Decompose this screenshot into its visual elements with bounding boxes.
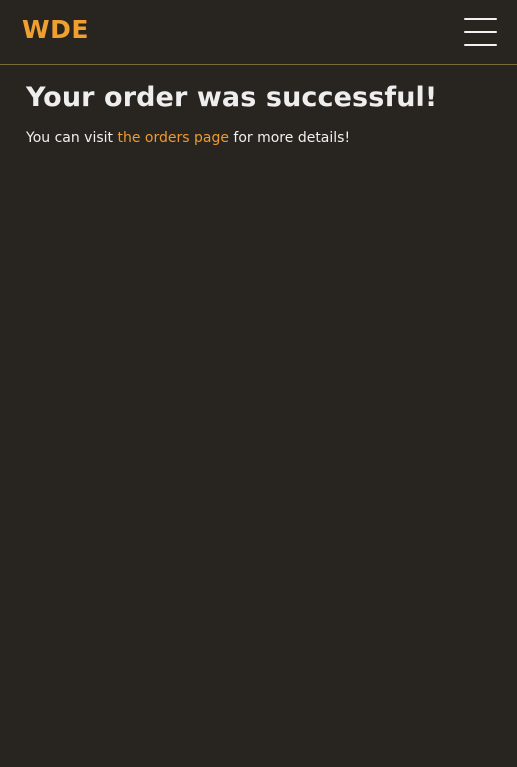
menu-icon (464, 31, 497, 33)
message-suffix: for more details! (228, 130, 351, 146)
brand-logo-link[interactable]: WDE (22, 14, 89, 46)
top-navigation-bar: WDE (0, 0, 517, 65)
success-message: You can visit the orders page for more d… (26, 128, 491, 148)
menu-icon (464, 44, 497, 46)
menu-icon (464, 18, 497, 20)
order-success-page: WDE Your order was successful! You can v… (0, 0, 517, 767)
orders-page-link[interactable]: the orders page (117, 130, 228, 146)
main-content: Your order was successful! You can visit… (0, 65, 517, 148)
page-title: Your order was successful! (26, 82, 438, 113)
menu-button[interactable] (464, 18, 497, 46)
message-prefix: You can visit (26, 130, 118, 146)
